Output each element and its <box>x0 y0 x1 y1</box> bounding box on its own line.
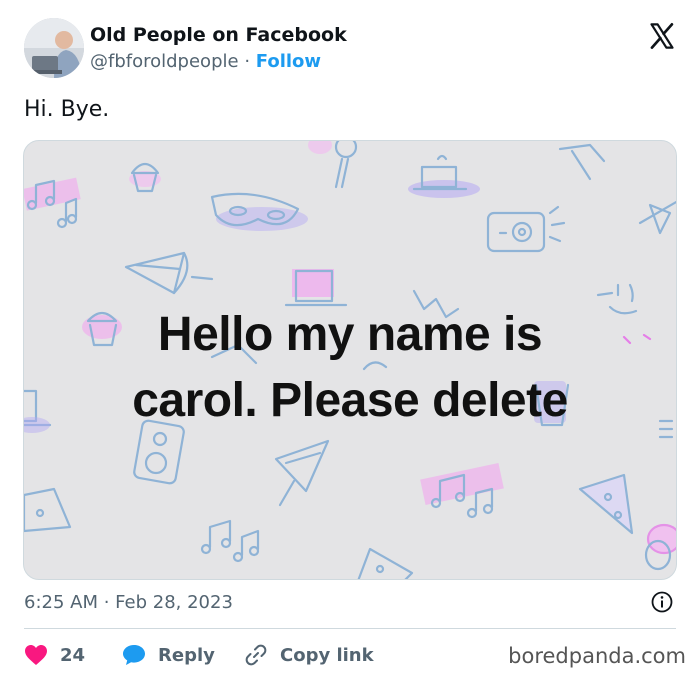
watermark: boredpanda.com <box>508 644 686 668</box>
author-handle[interactable]: @fbforoldpeople <box>90 51 239 72</box>
tweet-image[interactable]: Hello my name is carol. Please delete <box>23 140 677 580</box>
image-caption-line-2: carol. Please delete <box>132 374 568 427</box>
image-caption-line-1: Hello my name is <box>157 308 543 361</box>
handle-separator: · <box>244 51 251 72</box>
x-logo-icon[interactable] <box>648 22 676 50</box>
timestamp[interactable]: 6:25 AM · Feb 28, 2023 <box>24 592 233 613</box>
divider <box>24 628 676 629</box>
avatar[interactable] <box>24 18 84 78</box>
tweet-header: Old People on Facebook @fbforoldpeople ·… <box>24 18 680 78</box>
tweet-actions: 24 Reply Copy link boredpanda.com <box>24 640 686 670</box>
reply-label: Reply <box>158 644 215 666</box>
info-icon[interactable] <box>650 590 674 614</box>
like-button[interactable]: 24 <box>24 640 85 670</box>
heart-icon <box>25 645 47 665</box>
tweet-text: Hi. Bye. <box>24 97 110 122</box>
like-count: 24 <box>60 644 86 666</box>
tweet-meta: 6:25 AM · Feb 28, 2023 <box>24 590 674 616</box>
reply-button[interactable]: Reply <box>122 640 215 670</box>
link-icon <box>245 644 267 666</box>
copy-link-label: Copy link <box>280 644 374 666</box>
follow-button[interactable]: Follow <box>256 51 321 72</box>
copy-link-button[interactable]: Copy link <box>244 640 374 670</box>
author-name[interactable]: Old People on Facebook <box>90 24 347 46</box>
reply-bubble-icon <box>123 645 145 665</box>
author-handle-row: @fbforoldpeople · Follow <box>90 51 321 72</box>
